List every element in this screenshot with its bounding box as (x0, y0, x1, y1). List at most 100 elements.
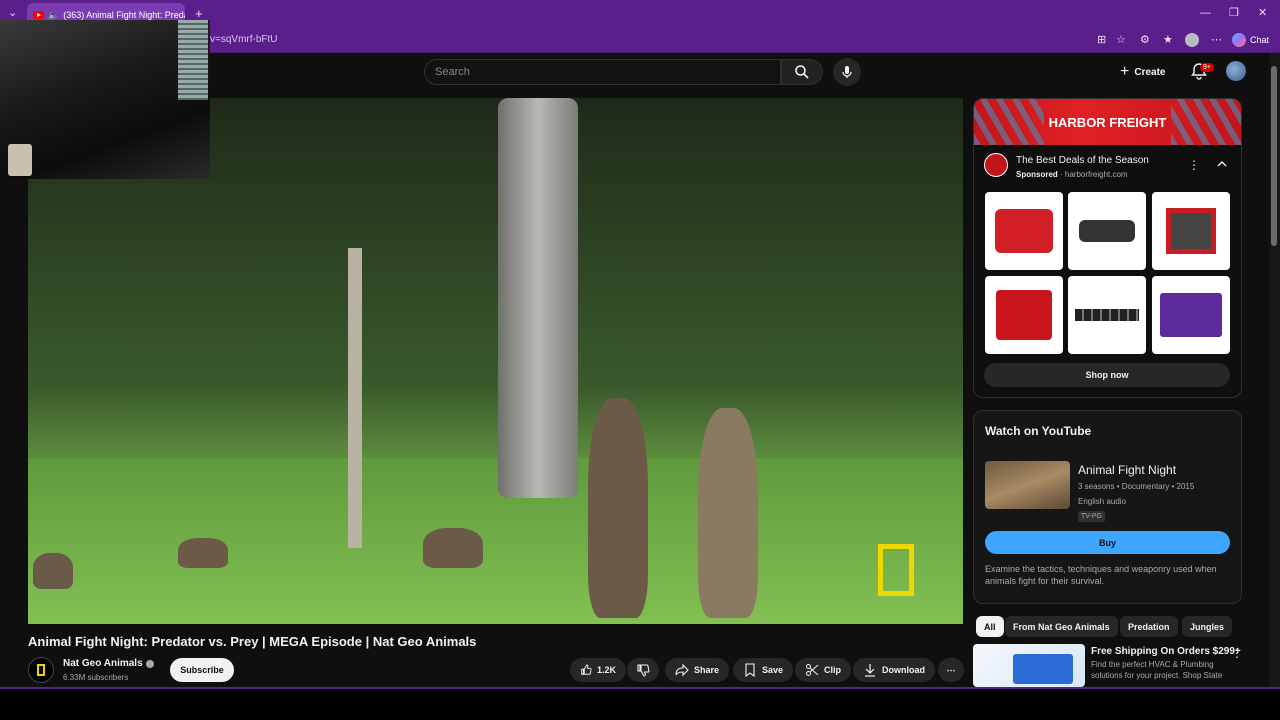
verified-icon (146, 660, 154, 668)
copilot-icon (1232, 33, 1246, 47)
new-tab-icon[interactable]: + (195, 7, 203, 20)
recommendation-title[interactable]: Free Shipping On Orders $299+ (1091, 646, 1241, 657)
nat-geo-logo-icon (37, 664, 45, 676)
generator-icon (995, 209, 1053, 253)
ad-sponsored-line: Sponsored · harborfreight.com (1016, 170, 1128, 179)
notification-badge: 9+ (1200, 63, 1214, 72)
create-button[interactable]: + Create (1120, 61, 1165, 83)
product-water-pump[interactable] (1152, 192, 1230, 270)
ad-domain: harborfreight.com (1064, 170, 1128, 179)
favorites-icon[interactable]: ★ (1163, 35, 1173, 46)
product-generator-red[interactable] (985, 192, 1063, 270)
chip-predation[interactable]: Predation (1120, 616, 1178, 637)
clip-label: Clip (824, 665, 841, 675)
banner-tools-decoration (974, 99, 1044, 145)
youtube-favicon-icon (33, 11, 44, 19)
like-count: 1.2K (596, 665, 616, 675)
share-button[interactable]: Share (665, 658, 730, 682)
profile-icon[interactable] (1185, 33, 1199, 47)
webcam-window-blind (178, 20, 208, 100)
tab-actions-chevron-icon[interactable]: ⌄ (8, 8, 17, 19)
create-label: Create (1134, 66, 1166, 78)
account-avatar[interactable] (1226, 61, 1246, 81)
voice-search-button[interactable] (833, 58, 861, 86)
ad-banner-text: HARBOR FREIGHT (1048, 114, 1167, 130)
apps-icon[interactable]: ⊞ (1097, 35, 1106, 46)
download-button[interactable]: Download (853, 658, 935, 682)
winch-icon (1079, 220, 1135, 242)
advertiser-logo[interactable] (984, 153, 1008, 177)
product-socket-set[interactable] (1068, 276, 1146, 354)
show-thumbnail[interactable] (985, 461, 1070, 509)
hvac-unit-image (1013, 654, 1073, 684)
kangaroo-small-3 (33, 553, 73, 589)
show-title[interactable]: Animal Fight Night (1078, 463, 1176, 477)
product-inverter-generator[interactable] (985, 276, 1063, 354)
chat-label: Chat (1250, 35, 1270, 45)
minimize-icon[interactable]: — (1200, 8, 1211, 19)
search-input[interactable]: Search (424, 59, 781, 85)
watch-on-youtube-heading: Watch on YouTube (985, 424, 1092, 438)
product-winch[interactable] (1068, 192, 1146, 270)
chip-from-channel[interactable]: From Nat Geo Animals (1005, 616, 1118, 637)
subscriber-count: 6.33M subscribers (63, 673, 129, 682)
dislike-button[interactable] (627, 658, 659, 682)
scrollbar-thumb[interactable] (1271, 66, 1277, 246)
save-label: Save (762, 665, 784, 675)
recommendation-description: Find the perfect HVAC & Plumbing solutio… (1091, 660, 1223, 680)
more-menu-icon[interactable]: ⋯ (1211, 35, 1222, 46)
show-audio: English audio (1078, 497, 1127, 506)
chip-jungles[interactable]: Jungles (1182, 616, 1233, 637)
chip-all[interactable]: All (976, 616, 1004, 637)
recommendation-thumbnail[interactable] (973, 644, 1085, 687)
thumbs-up-icon (581, 664, 592, 675)
window-close-icon[interactable]: ✕ (1258, 8, 1267, 19)
microphone-icon (842, 66, 852, 78)
download-icon (865, 664, 875, 677)
bookmark-icon (745, 663, 755, 677)
scissors-icon (806, 664, 819, 676)
tab-title: (363) Animal Fight Night: Predator vs. P… (63, 10, 185, 20)
shop-now-button[interactable]: Shop now (984, 363, 1230, 387)
recommendation-more-vertical-icon[interactable]: ⋮ (1231, 646, 1243, 660)
share-icon (675, 663, 689, 677)
save-button[interactable]: Save (733, 658, 794, 682)
video-title: Animal Fight Night: Predator vs. Prey | … (28, 634, 477, 649)
extensions-icon[interactable]: ⚙ (1140, 35, 1150, 46)
clip-button[interactable]: Clip (795, 658, 851, 682)
webcam-cup (8, 144, 32, 176)
tool-chest-icon (1160, 293, 1222, 337)
channel-name[interactable]: Nat Geo Animals (63, 658, 143, 669)
video-frame-tree-trunk (498, 98, 578, 498)
socket-set-icon (1075, 309, 1139, 321)
ad-more-vertical-icon[interactable]: ⋮ (1188, 158, 1200, 172)
show-meta: 3 seasons • Documentary • 2015 (1078, 482, 1195, 491)
search-icon (795, 65, 809, 79)
search-button[interactable] (781, 59, 823, 85)
thumbs-down-icon (637, 664, 650, 677)
buy-button[interactable]: Buy (985, 531, 1230, 554)
kangaroo-right (698, 408, 758, 618)
url-text[interactable]: v=sqVmrf-bFtU (210, 34, 278, 45)
sponsored-label: Sponsored (1016, 170, 1058, 179)
video-frame-tree-thin (348, 248, 362, 548)
nat-geo-watermark-icon (878, 544, 914, 596)
subscribe-button[interactable]: Subscribe (170, 658, 234, 682)
channel-avatar[interactable] (28, 657, 54, 683)
more-actions-button[interactable]: ⋯ (938, 658, 964, 682)
product-tool-chest[interactable] (1152, 276, 1230, 354)
water-pump-icon (1166, 208, 1216, 254)
restore-icon[interactable]: ❐ (1229, 8, 1239, 19)
like-button[interactable]: 1.2K (570, 658, 626, 682)
favorite-star-icon[interactable]: ☆ (1116, 35, 1126, 46)
inverter-generator-icon (996, 290, 1052, 340)
banner-tools-decoration-right (1171, 99, 1241, 145)
speaker-icon[interactable]: 🔈 (48, 10, 59, 20)
video-frame-grass (28, 458, 963, 624)
copilot-chat-button[interactable]: Chat (1232, 31, 1269, 49)
ad-collapse-chevron-up-icon[interactable] (1216, 158, 1228, 170)
ad-title[interactable]: The Best Deals of the Season (1016, 155, 1149, 166)
kangaroo-small-2 (423, 528, 483, 568)
ad-banner[interactable]: HARBOR FREIGHT (974, 99, 1241, 145)
webcam-overlay (0, 20, 210, 179)
